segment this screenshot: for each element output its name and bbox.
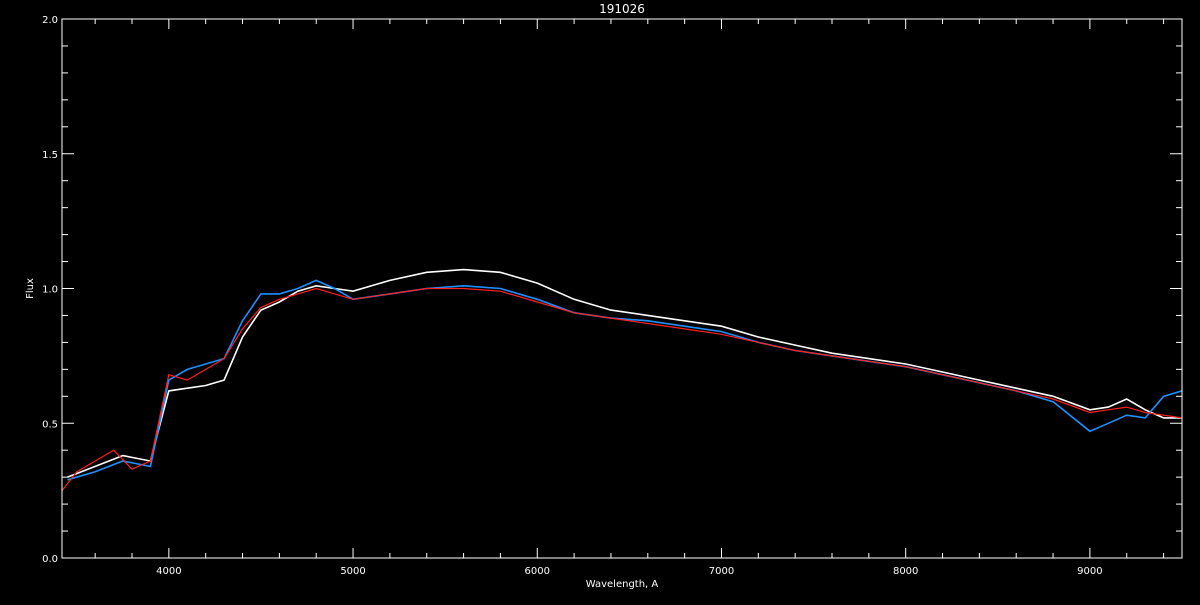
x-axis-label: Wavelength, A bbox=[586, 579, 659, 590]
y-tick-label: 0.0 bbox=[42, 554, 58, 565]
x-tick-label: 9000 bbox=[1077, 566, 1102, 577]
y-axis-label: Flux bbox=[25, 278, 36, 299]
y-tick-label: 1.0 bbox=[42, 285, 58, 296]
plot-frame bbox=[61, 18, 1183, 559]
x-tick-label: 7000 bbox=[709, 566, 734, 577]
x-tick-label: 6000 bbox=[525, 566, 550, 577]
y-tick-label: 2.0 bbox=[42, 15, 58, 26]
chart-canvas: 4000 5000 6000 7000 8000 90000.00.51.01.52.0 … bbox=[25, 2, 1183, 590]
ticks-layer: 4000 5000 6000 7000 8000 9000 0.0 0.5 1.0 1.5 2.0 bbox=[42, 15, 1182, 577]
spectrum-chart: 4000 5000 6000 7000 8000 9000 0.0 0.5 1.0 1.5 2.0 … bbox=[0, 0, 1200, 600]
series-line-1 bbox=[67, 268, 1182, 478]
x-tick-label: 4000 bbox=[156, 566, 181, 577]
y-tick-label: 0.5 bbox=[42, 419, 58, 430]
series-layer bbox=[61, 268, 1183, 491]
x-tick-label: 8000 bbox=[893, 566, 918, 577]
y-tick-label: 1.5 bbox=[42, 150, 58, 161]
series-line-2 bbox=[67, 279, 1183, 481]
x-tick-label: 5000 bbox=[340, 566, 365, 577]
chart-title: 191026 bbox=[599, 2, 645, 16]
